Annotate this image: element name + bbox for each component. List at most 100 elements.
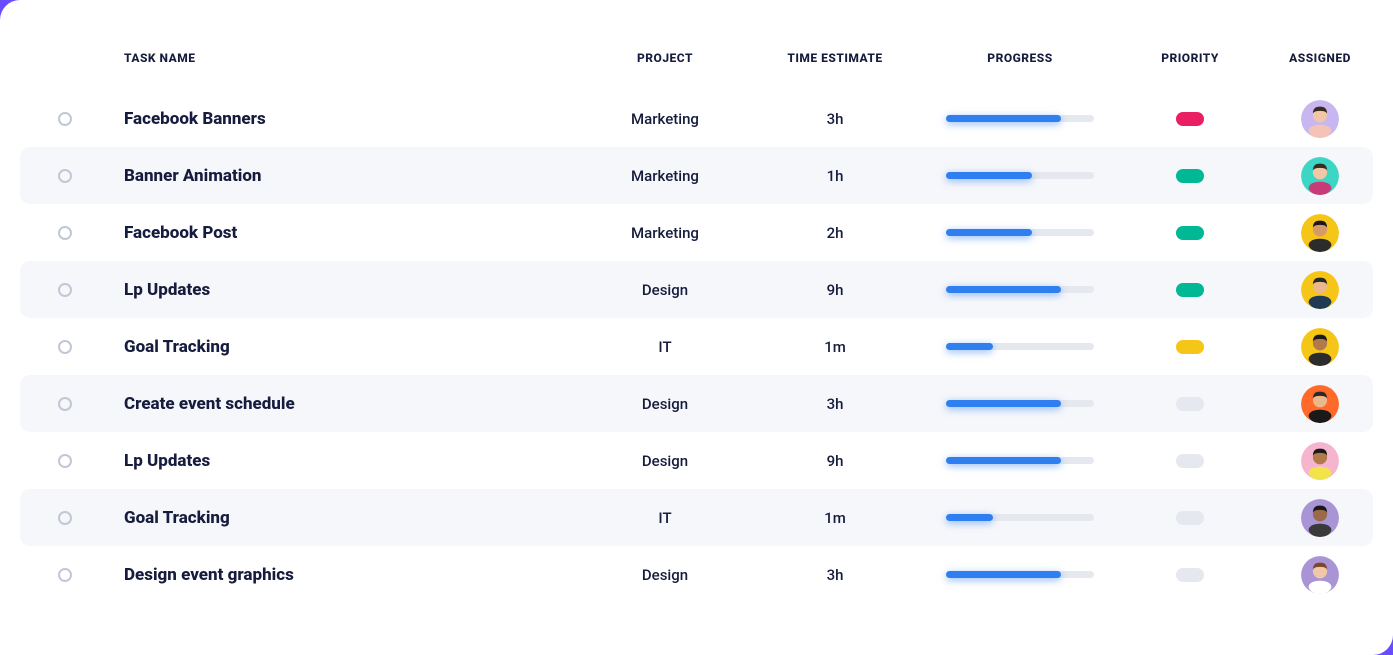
col-header-priority: PRIORITY — [1120, 51, 1260, 65]
priority-cell — [1120, 454, 1260, 468]
time-estimate-cell: 3h — [750, 566, 920, 584]
project-cell: IT — [580, 509, 750, 527]
priority-pill[interactable] — [1176, 112, 1204, 126]
table-row[interactable]: Lp UpdatesDesign9h — [20, 261, 1373, 318]
row-select-radio[interactable] — [58, 112, 72, 126]
project-cell: Marketing — [580, 224, 750, 242]
project-cell: IT — [580, 338, 750, 356]
row-select-radio[interactable] — [58, 169, 72, 183]
progress-bar — [946, 457, 1094, 464]
priority-pill[interactable] — [1176, 454, 1204, 468]
project-cell: Marketing — [580, 110, 750, 128]
priority-pill[interactable] — [1176, 568, 1204, 582]
priority-cell — [1120, 397, 1260, 411]
col-header-time: TIME ESTIMATE — [750, 51, 920, 65]
progress-bar — [946, 172, 1094, 179]
row-select-radio[interactable] — [58, 226, 72, 240]
col-header-task: TASK NAME — [100, 51, 580, 65]
table-row[interactable]: Lp UpdatesDesign9h — [20, 432, 1373, 489]
assigned-cell — [1260, 385, 1380, 423]
progress-bar — [946, 115, 1094, 122]
row-select-radio[interactable] — [58, 397, 72, 411]
progress-bar — [946, 571, 1094, 578]
progress-cell — [920, 115, 1120, 122]
avatar[interactable] — [1301, 328, 1339, 366]
priority-cell — [1120, 340, 1260, 354]
priority-pill[interactable] — [1176, 397, 1204, 411]
row-select-radio[interactable] — [58, 568, 72, 582]
table-row[interactable]: Goal TrackingIT1m — [20, 318, 1373, 375]
time-estimate-cell: 3h — [750, 110, 920, 128]
priority-pill[interactable] — [1176, 226, 1204, 240]
avatar[interactable] — [1301, 214, 1339, 252]
time-estimate-cell: 9h — [750, 452, 920, 470]
priority-cell — [1120, 112, 1260, 126]
row-select-radio[interactable] — [58, 283, 72, 297]
assigned-cell — [1260, 214, 1380, 252]
priority-pill[interactable] — [1176, 511, 1204, 525]
time-estimate-cell: 1m — [750, 509, 920, 527]
task-name: Banner Animation — [100, 166, 580, 186]
progress-fill — [946, 229, 1032, 236]
priority-pill[interactable] — [1176, 340, 1204, 354]
table-row[interactable]: Banner AnimationMarketing1h — [20, 147, 1373, 204]
task-name: Lp Updates — [100, 451, 580, 471]
progress-fill — [946, 286, 1061, 293]
progress-fill — [946, 343, 993, 350]
avatar[interactable] — [1301, 100, 1339, 138]
assigned-cell — [1260, 157, 1380, 195]
progress-bar — [946, 400, 1094, 407]
task-name: Facebook Banners — [100, 109, 580, 129]
task-name: Goal Tracking — [100, 337, 580, 357]
progress-cell — [920, 286, 1120, 293]
row-select-radio[interactable] — [58, 511, 72, 525]
task-name: Goal Tracking — [100, 508, 580, 528]
progress-cell — [920, 343, 1120, 350]
table-row[interactable]: Facebook BannersMarketing3h — [20, 90, 1373, 147]
task-name: Design event graphics — [100, 565, 580, 585]
progress-cell — [920, 172, 1120, 179]
progress-fill — [946, 514, 993, 521]
avatar[interactable] — [1301, 442, 1339, 480]
assigned-cell — [1260, 271, 1380, 309]
table-row[interactable]: Design event graphicsDesign3h — [20, 546, 1373, 603]
assigned-cell — [1260, 100, 1380, 138]
progress-fill — [946, 457, 1061, 464]
table-row[interactable]: Facebook PostMarketing2h — [20, 204, 1373, 261]
project-cell: Marketing — [580, 167, 750, 185]
assigned-cell — [1260, 328, 1380, 366]
progress-fill — [946, 115, 1061, 122]
progress-cell — [920, 457, 1120, 464]
avatar[interactable] — [1301, 499, 1339, 537]
progress-cell — [920, 571, 1120, 578]
avatar[interactable] — [1301, 556, 1339, 594]
priority-cell — [1120, 511, 1260, 525]
time-estimate-cell: 1h — [750, 167, 920, 185]
task-table: TASK NAME PROJECT TIME ESTIMATE PROGRESS… — [20, 40, 1373, 603]
project-cell: Design — [580, 395, 750, 413]
assigned-cell — [1260, 499, 1380, 537]
priority-cell — [1120, 226, 1260, 240]
priority-pill[interactable] — [1176, 169, 1204, 183]
table-row[interactable]: Goal TrackingIT1m — [20, 489, 1373, 546]
avatar[interactable] — [1301, 385, 1339, 423]
row-select-radio[interactable] — [58, 454, 72, 468]
avatar[interactable] — [1301, 157, 1339, 195]
progress-fill — [946, 400, 1061, 407]
table-row[interactable]: Create event scheduleDesign3h — [20, 375, 1373, 432]
col-header-progress: PROGRESS — [920, 51, 1120, 65]
progress-bar — [946, 286, 1094, 293]
progress-fill — [946, 172, 1032, 179]
avatar[interactable] — [1301, 271, 1339, 309]
priority-cell — [1120, 283, 1260, 297]
progress-bar — [946, 229, 1094, 236]
row-select-radio[interactable] — [58, 340, 72, 354]
progress-cell — [920, 400, 1120, 407]
priority-pill[interactable] — [1176, 283, 1204, 297]
project-cell: Design — [580, 566, 750, 584]
task-name: Lp Updates — [100, 280, 580, 300]
project-cell: Design — [580, 281, 750, 299]
time-estimate-cell: 2h — [750, 224, 920, 242]
col-header-assigned: ASSIGNED — [1260, 51, 1380, 65]
table-header-row: TASK NAME PROJECT TIME ESTIMATE PROGRESS… — [20, 40, 1373, 76]
